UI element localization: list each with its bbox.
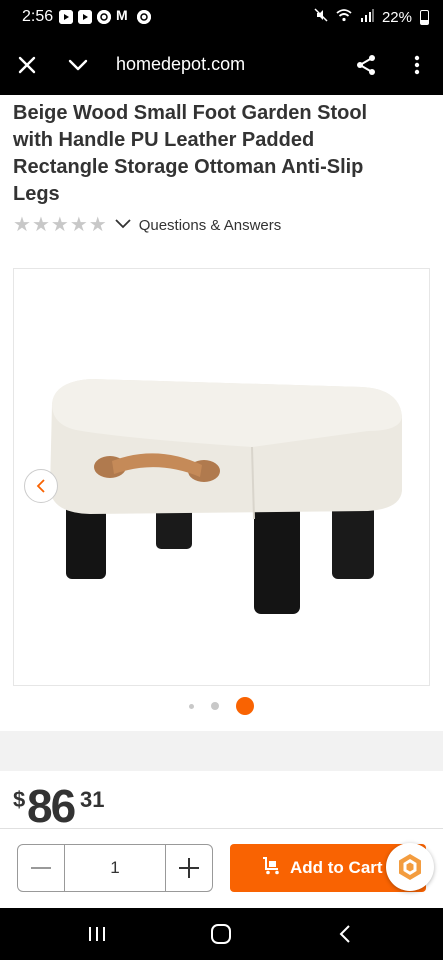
star-icon: ★: [31, 214, 50, 236]
share-icon[interactable]: [351, 50, 381, 80]
url-text[interactable]: homedepot.com: [116, 54, 245, 75]
youtube-icon: [78, 10, 92, 24]
system-nav-bar: [0, 908, 443, 960]
star-icon: ★: [50, 214, 69, 236]
product-title: Beige Wood Small Foot Garden Stool with …: [13, 102, 368, 205]
star-icon: ★: [88, 214, 107, 236]
rating-row[interactable]: ★ ★ ★ ★ ★ Questions & Answers: [13, 214, 281, 236]
home-icon[interactable]: [207, 920, 235, 948]
battery-text: 22%: [381, 8, 412, 26]
previous-image-button[interactable]: [24, 469, 58, 503]
star-rating: ★ ★ ★ ★ ★: [13, 215, 107, 235]
increase-quantity-button[interactable]: [166, 845, 212, 891]
questions-answers-link[interactable]: Questions & Answers: [139, 217, 282, 234]
quantity-stepper: 1: [17, 844, 213, 892]
product-image: [50, 379, 402, 614]
add-to-cart-label: Add to Cart: [290, 858, 383, 877]
product-image-gallery[interactable]: [13, 268, 430, 686]
plus-icon: [179, 858, 199, 878]
more-vert-icon[interactable]: [402, 50, 432, 80]
app-icon: [137, 10, 151, 24]
gmail-icon: M: [116, 7, 128, 23]
chevron-down-icon[interactable]: [115, 216, 131, 234]
battery-icon: [420, 9, 429, 25]
gallery-pagination: [0, 697, 443, 715]
signal-icon: [360, 8, 374, 26]
close-icon[interactable]: [12, 50, 42, 80]
extension-badge-icon[interactable]: [386, 843, 434, 891]
mute-icon: [314, 8, 328, 26]
section-divider: [0, 731, 443, 771]
app-icon: [97, 10, 111, 24]
chevron-down-icon[interactable]: [63, 50, 93, 80]
status-time: 2:56: [22, 8, 54, 25]
price-currency: $: [13, 787, 26, 812]
youtube-icon: [59, 10, 73, 24]
star-icon: ★: [69, 214, 88, 236]
wifi-icon: [336, 8, 352, 26]
recent-apps-icon[interactable]: [83, 920, 111, 948]
status-right-icons: 22%: [314, 8, 429, 26]
chevron-left-icon: [36, 479, 45, 493]
gallery-dot-active[interactable]: [236, 697, 254, 715]
quantity-input[interactable]: 1: [64, 845, 166, 891]
back-icon[interactable]: [331, 920, 359, 948]
price-cents: 31: [80, 787, 105, 812]
cart-icon: [262, 856, 282, 880]
decrease-quantity-button[interactable]: [18, 845, 64, 891]
star-icon: ★: [13, 214, 31, 236]
minus-icon: [31, 867, 51, 869]
gallery-dot[interactable]: [211, 702, 219, 710]
price-dollars: 86: [27, 780, 76, 832]
add-to-cart-bar: 1 Add to Cart: [0, 828, 443, 908]
status-bar: 2:56 M 22%: [0, 0, 443, 36]
browser-toolbar: homedepot.com: [0, 36, 443, 95]
gallery-dot[interactable]: [189, 703, 194, 709]
